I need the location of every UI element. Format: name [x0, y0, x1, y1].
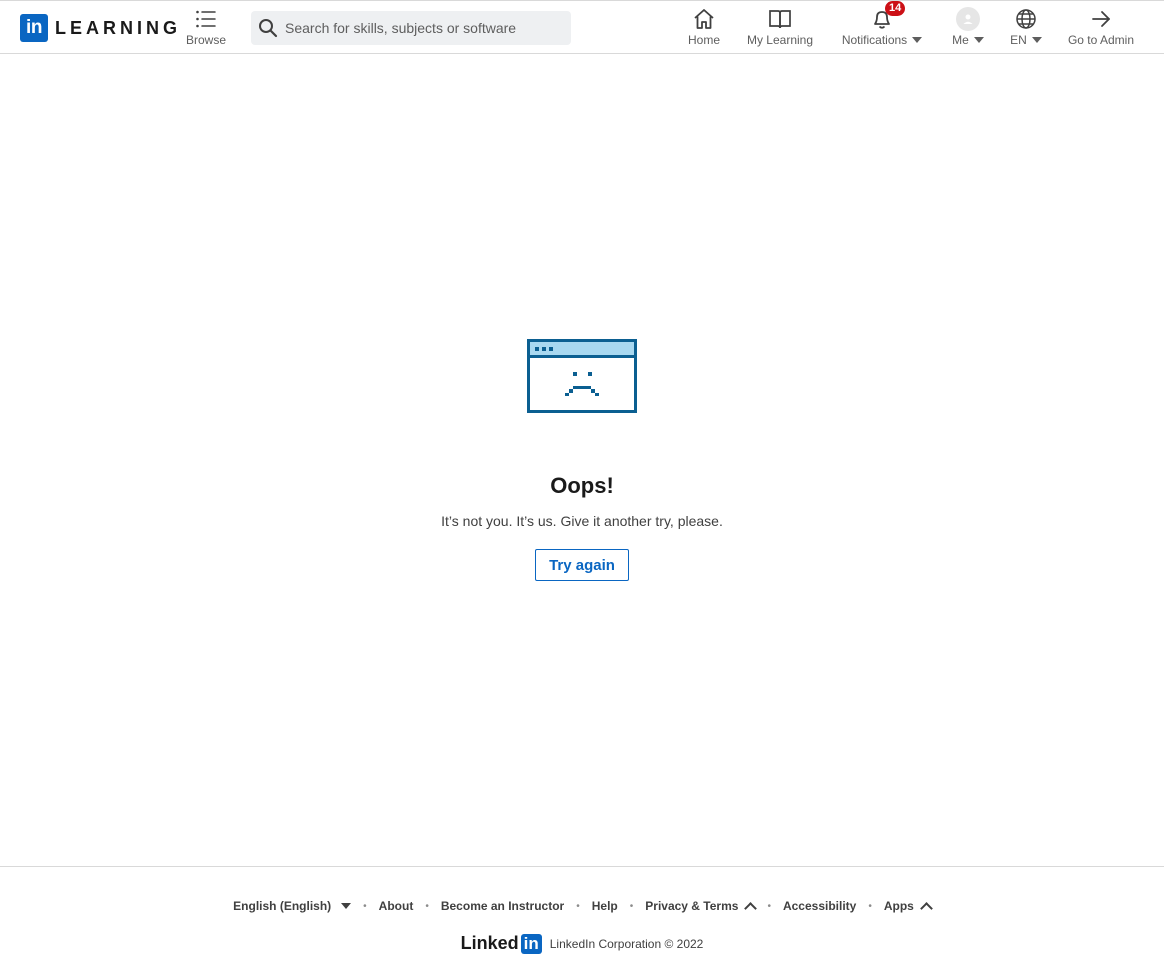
footer-language-label: English (English): [233, 899, 332, 913]
list-icon: [195, 7, 217, 31]
separator-dot: •: [767, 900, 771, 912]
nav-go-to-admin-label: Go to Admin: [1067, 33, 1135, 47]
user-icon: [963, 14, 973, 24]
nav-notifications[interactable]: 14 Notifications: [836, 1, 928, 51]
nav-me-text: Me: [952, 33, 969, 47]
footer-privacy-label: Privacy & Terms: [645, 899, 739, 913]
footer-privacy-terms-menu[interactable]: Privacy & Terms: [645, 899, 758, 915]
nav-my-learning[interactable]: My Learning: [742, 7, 818, 51]
avatar: [956, 7, 980, 31]
error-message: It’s not you. It’s us. Give it another t…: [441, 513, 723, 529]
nav-home[interactable]: Home: [684, 7, 724, 51]
footer-accessibility-link[interactable]: Accessibility: [783, 899, 856, 913]
notification-count-badge: 14: [885, 1, 906, 16]
footer: English (English) • About • Become an In…: [0, 866, 1164, 973]
nav-notifications-text: Notifications: [841, 33, 908, 47]
nav-language-text: EN: [1010, 33, 1027, 47]
separator-dot: •: [363, 900, 367, 912]
nav-home-label: Home: [687, 33, 720, 47]
footer-language-selector[interactable]: English (English): [233, 899, 352, 913]
sad-browser-window-icon: [527, 339, 637, 413]
footer-links: English (English) • About • Become an In…: [0, 899, 1164, 915]
wordmark-in-box: in: [520, 933, 542, 954]
footer-brand-row: Linked in LinkedIn Corporation © 2022: [0, 933, 1164, 954]
chevron-up-icon: [744, 902, 758, 915]
try-again-button[interactable]: Try again: [535, 549, 629, 581]
search-bar: [251, 11, 571, 45]
linkedin-wordmark-logo[interactable]: Linked in: [461, 933, 542, 954]
page: in LEARNING Browse Search for skills, su…: [0, 0, 1164, 973]
chevron-down-icon: [973, 37, 984, 43]
nav-language[interactable]: EN: [1006, 7, 1046, 51]
browse-button[interactable]: Browse: [182, 7, 230, 51]
avatar-wrapper: [956, 7, 980, 31]
bell-icon: 14: [871, 1, 906, 31]
nav-my-learning-label: My Learning: [746, 33, 814, 47]
separator-dot: •: [868, 900, 872, 912]
open-book-icon: [768, 7, 792, 31]
footer-apps-label: Apps: [883, 899, 914, 913]
logo-text: LEARNING: [55, 17, 181, 38]
globe-icon: [1015, 7, 1037, 31]
chevron-down-icon: [1031, 37, 1042, 43]
copyright-text: LinkedIn Corporation © 2022: [549, 936, 704, 951]
footer-about-link[interactable]: About: [379, 899, 414, 913]
separator-dot: •: [629, 900, 634, 912]
top-nav-bar: in LEARNING Browse Search for skills, su…: [0, 0, 1164, 54]
browse-label: Browse: [185, 33, 226, 47]
footer-help-link[interactable]: Help: [592, 899, 618, 913]
chevron-down-icon: [912, 37, 923, 43]
arrow-right-icon: [1090, 7, 1112, 31]
linkedin-learning-logo[interactable]: in LEARNING: [20, 13, 181, 43]
home-icon: [693, 7, 715, 31]
error-title: Oops!: [550, 473, 614, 498]
search-input[interactable]: [285, 13, 565, 43]
wordmark-text: Linked: [460, 933, 519, 953]
chevron-down-icon: [341, 903, 352, 909]
footer-apps-menu[interactable]: Apps: [883, 899, 933, 915]
separator-dot: •: [576, 900, 580, 912]
chevron-up-icon: [919, 902, 933, 915]
nav-me[interactable]: Me: [948, 7, 988, 51]
nav-language-label: EN: [1010, 33, 1042, 47]
nav-notifications-label: Notifications: [841, 33, 923, 47]
footer-become-instructor-link[interactable]: Become an Instructor: [441, 899, 564, 913]
separator-dot: •: [425, 900, 429, 912]
search-icon[interactable]: [251, 18, 285, 38]
nav-go-to-admin[interactable]: Go to Admin: [1062, 7, 1140, 51]
error-panel: Oops! It’s not you. It’s us. Give it ano…: [0, 335, 1164, 581]
linkedin-in-logo-icon: in: [20, 14, 48, 42]
nav-me-label: Me: [952, 33, 984, 47]
